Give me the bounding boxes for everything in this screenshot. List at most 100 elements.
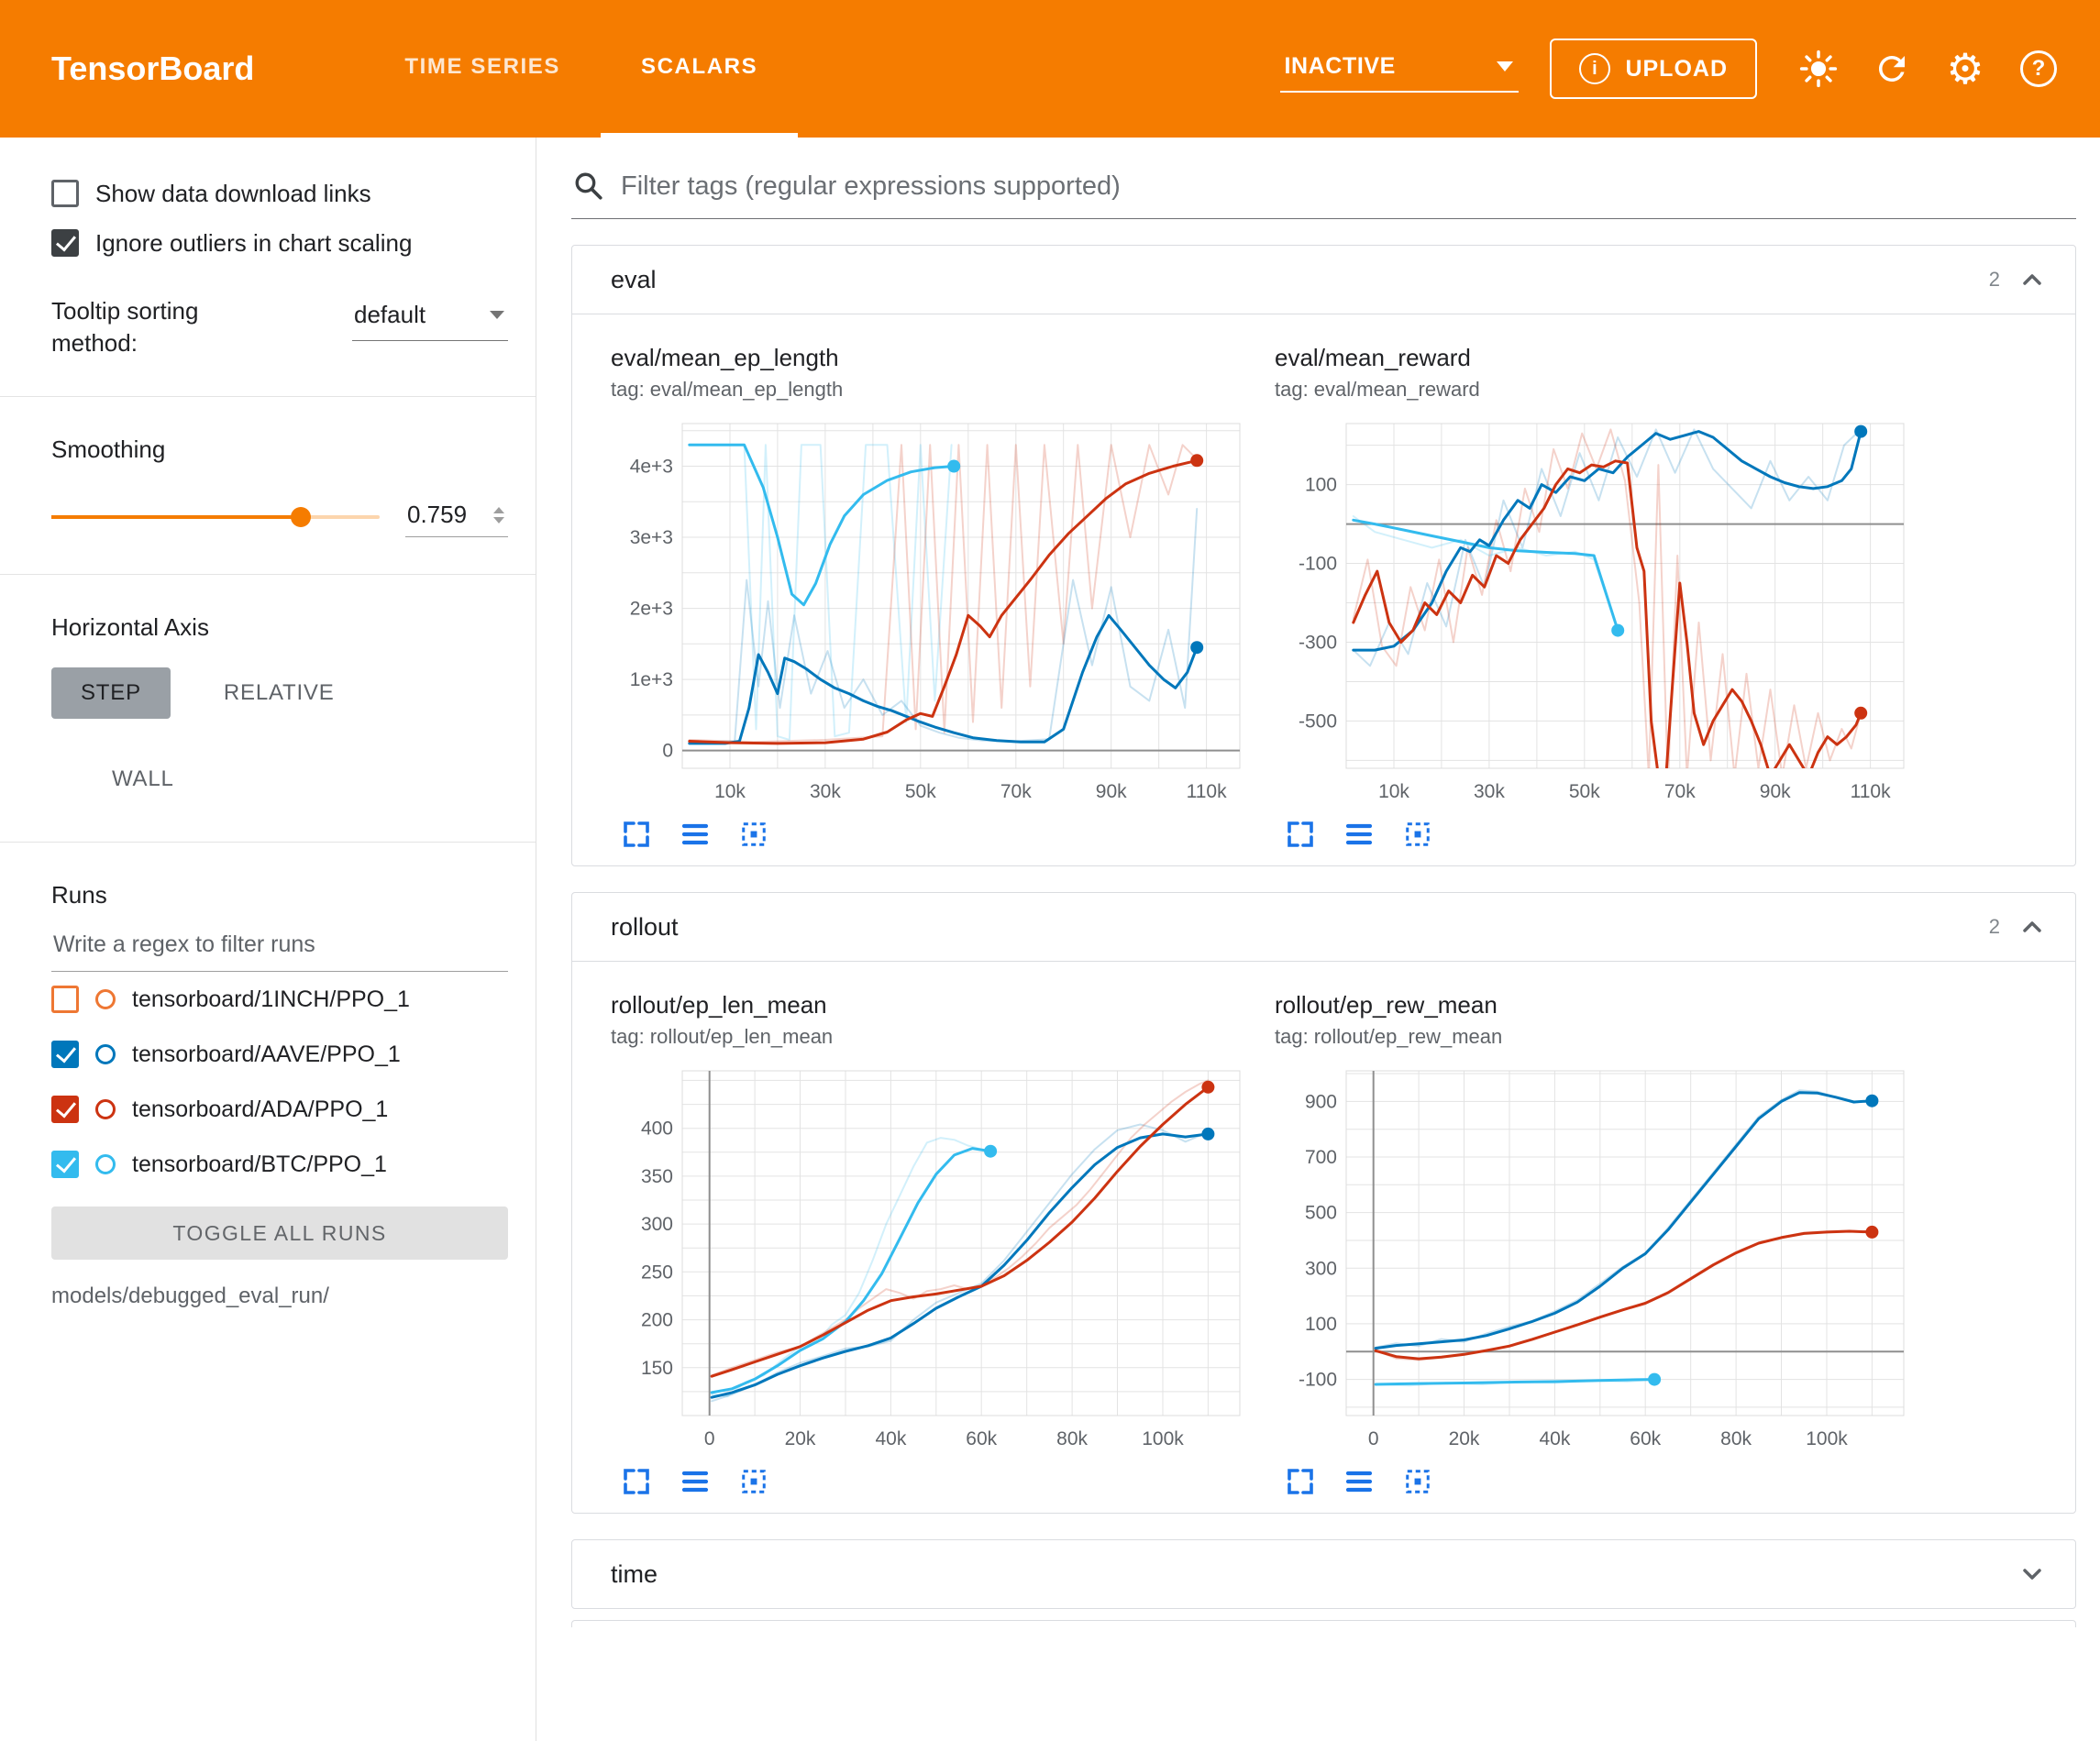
upload-button[interactable]: UPLOAD — [1550, 39, 1757, 99]
section-title: time — [611, 1560, 658, 1589]
svg-text:20k: 20k — [785, 1428, 816, 1449]
tag-filter-row — [571, 156, 2076, 219]
line-chart[interactable]: 900700500300100-100020k40k60k80k100k — [1275, 1060, 1917, 1463]
tooltip-sorting-select[interactable]: default — [352, 295, 508, 341]
fit-domain-icon[interactable] — [737, 1465, 770, 1498]
upload-label: UPLOAD — [1625, 56, 1728, 83]
collapse-chevron-icon[interactable] — [2015, 262, 2050, 297]
line-chart[interactable]: 01e+32e+33e+34e+310k30k50k70k90k110k — [611, 413, 1253, 816]
data-table-icon[interactable] — [1343, 818, 1376, 851]
axis-step-button[interactable]: STEP — [51, 667, 171, 719]
tag-filter-input[interactable] — [621, 171, 2071, 202]
data-table-icon[interactable] — [1343, 1465, 1376, 1498]
chart-rollout-ep-len-mean: rollout/ep_len_mean tag: rollout/ep_len_… — [611, 991, 1253, 1498]
line-chart[interactable]: 100-100-300-50010k30k50k70k90k110k — [1275, 413, 1917, 816]
brightness-icon[interactable] — [1797, 48, 1840, 90]
fit-domain-icon[interactable] — [1401, 1465, 1434, 1498]
svg-text:0: 0 — [662, 741, 673, 762]
chart-tag: tag: eval/mean_ep_length — [611, 378, 1253, 402]
expand-icon[interactable] — [620, 818, 653, 851]
ignore-outliers-checkbox[interactable]: Ignore outliers in chart scaling — [51, 218, 508, 268]
help-icon[interactable] — [2017, 48, 2060, 90]
svg-text:2e+3: 2e+3 — [630, 599, 673, 620]
svg-text:250: 250 — [641, 1262, 673, 1283]
svg-text:80k: 80k — [1720, 1428, 1752, 1449]
run-row-aave[interactable]: tensorboard/AAVE/PPO_1 — [51, 1027, 508, 1082]
svg-text:110k: 110k — [1851, 781, 1891, 802]
svg-text:60k: 60k — [1630, 1428, 1661, 1449]
run-color-ring — [95, 1154, 116, 1174]
info-icon — [1579, 53, 1610, 84]
svg-text:-500: -500 — [1299, 711, 1337, 732]
step-up-icon[interactable] — [493, 507, 504, 513]
collapse-chevron-icon[interactable] — [2015, 909, 2050, 944]
checkbox-label: Ignore outliers in chart scaling — [95, 229, 412, 258]
stepper-icon[interactable] — [493, 507, 504, 523]
horizontal-axis-label: Horizontal Axis — [51, 613, 508, 642]
svg-text:1e+3: 1e+3 — [630, 669, 673, 690]
step-down-icon[interactable] — [493, 517, 504, 523]
horizontal-axis-options: STEP RELATIVE WALL — [51, 667, 508, 805]
section-header[interactable]: eval 2 — [572, 246, 2075, 314]
section-header[interactable]: time — [572, 1540, 2075, 1608]
expand-icon[interactable] — [1284, 818, 1317, 851]
chart-title: eval/mean_reward — [1275, 344, 1917, 372]
smoothing-slider[interactable] — [51, 515, 380, 519]
tab-bar: TIME SERIES SCALARS — [364, 0, 798, 138]
chart-count-badge: 2 — [1989, 915, 2000, 939]
tab-scalars[interactable]: SCALARS — [601, 0, 798, 138]
svg-text:110k: 110k — [1187, 781, 1227, 802]
run-checkbox — [51, 986, 79, 1013]
smoothing-value-field[interactable]: 0.759 — [405, 497, 508, 537]
axis-wall-button[interactable]: WALL — [94, 754, 193, 805]
toggle-all-runs-button[interactable]: TOGGLE ALL RUNS — [51, 1207, 508, 1260]
show-download-links-checkbox[interactable]: Show data download links — [51, 169, 508, 218]
chart-toolbar — [1284, 818, 1917, 851]
svg-text:40k: 40k — [1539, 1428, 1570, 1449]
svg-text:-100: -100 — [1299, 554, 1337, 575]
axis-relative-button[interactable]: RELATIVE — [205, 667, 353, 719]
refresh-icon[interactable] — [1871, 48, 1913, 90]
section-header[interactable]: rollout 2 — [572, 893, 2075, 961]
svg-text:100: 100 — [1305, 475, 1337, 496]
chart-count-badge: 2 — [1989, 268, 2000, 292]
line-chart[interactable]: 400350300250200150020k40k60k80k100k — [611, 1060, 1253, 1463]
status-dropdown[interactable]: INACTIVE — [1280, 46, 1519, 93]
runs-filter-input[interactable] — [51, 922, 508, 972]
section-card-rollout: rollout 2 rollout/ep_len_mean tag: rollo… — [571, 892, 2076, 1514]
content-area: Show data download links Ignore outliers… — [0, 138, 2100, 1741]
collapse-chevron-icon[interactable] — [2015, 1557, 2050, 1592]
chart-eval-mean-reward: eval/mean_reward tag: eval/mean_reward 1… — [1275, 344, 1917, 851]
run-checkbox — [51, 1041, 79, 1068]
svg-text:300: 300 — [641, 1214, 673, 1235]
fit-domain-icon[interactable] — [737, 818, 770, 851]
run-row-ada[interactable]: tensorboard/ADA/PPO_1 — [51, 1082, 508, 1137]
run-row-1inch[interactable]: tensorboard/1INCH/PPO_1 — [51, 972, 508, 1027]
expand-icon[interactable] — [620, 1465, 653, 1498]
svg-text:200: 200 — [641, 1310, 673, 1331]
runs-list: tensorboard/1INCH/PPO_1 tensorboard/AAVE… — [51, 972, 508, 1192]
fit-domain-icon[interactable] — [1401, 818, 1434, 851]
run-label: tensorboard/ADA/PPO_1 — [132, 1096, 388, 1123]
smoothing-label: Smoothing — [51, 435, 508, 464]
svg-text:-100: -100 — [1299, 1370, 1337, 1391]
divider — [0, 842, 536, 843]
settings-icon[interactable] — [1944, 48, 1986, 90]
data-table-icon[interactable] — [679, 818, 712, 851]
svg-text:40k: 40k — [875, 1428, 906, 1449]
runs-label: Runs — [51, 881, 508, 909]
data-table-icon[interactable] — [679, 1465, 712, 1498]
scalars-dashboard: eval 2 eval/mean_ep_length tag: eval/mea… — [536, 138, 2100, 1741]
checkbox-icon — [51, 229, 79, 257]
slider-thumb[interactable] — [291, 507, 311, 527]
svg-text:70k: 70k — [1664, 781, 1696, 802]
svg-text:150: 150 — [641, 1358, 673, 1379]
tab-time-series[interactable]: TIME SERIES — [364, 0, 601, 138]
run-row-btc[interactable]: tensorboard/BTC/PPO_1 — [51, 1137, 508, 1192]
svg-text:10k: 10k — [714, 781, 746, 802]
svg-text:350: 350 — [641, 1166, 673, 1187]
svg-text:100k: 100k — [1142, 1428, 1184, 1449]
run-label: tensorboard/BTC/PPO_1 — [132, 1151, 387, 1178]
expand-icon[interactable] — [1284, 1465, 1317, 1498]
run-label: tensorboard/AAVE/PPO_1 — [132, 1041, 401, 1068]
